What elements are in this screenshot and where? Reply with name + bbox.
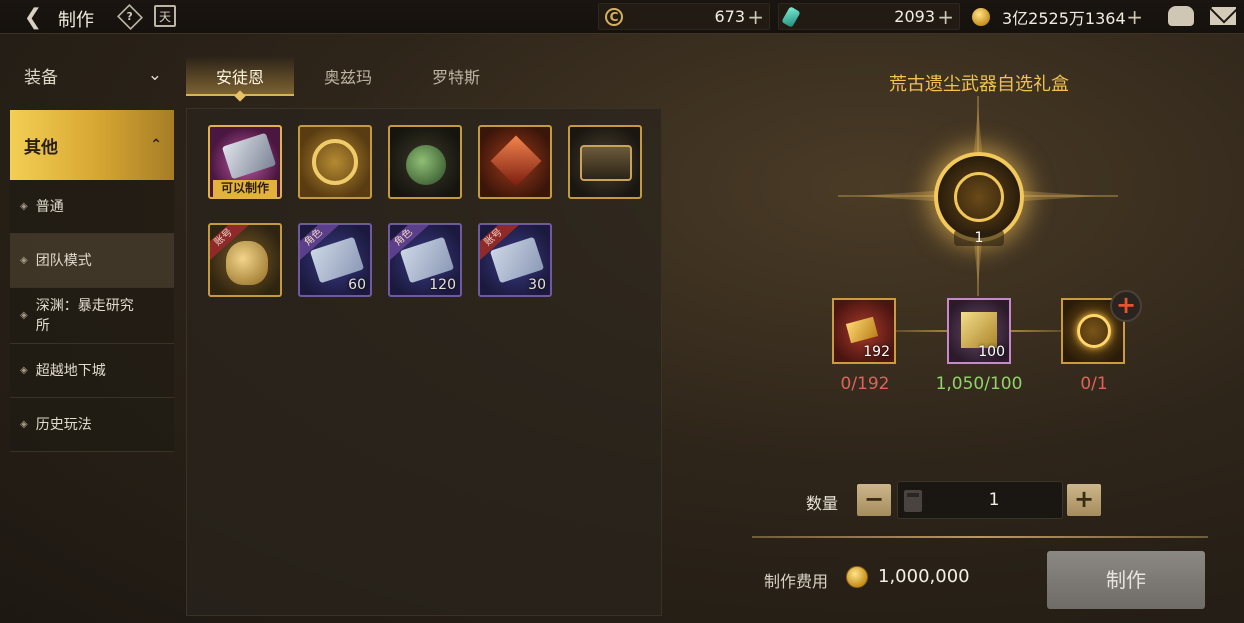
golden-sun-icon (1077, 314, 1111, 348)
sidebar-item-abyss[interactable]: ◈ 深渊：暴走研究所 (10, 288, 174, 344)
jar-icon (406, 145, 446, 185)
item-slot[interactable]: 角色 60 (298, 223, 372, 297)
item-grid-panel: 可以制作 账号 角色 60 角色 120 账号 30 (186, 108, 662, 616)
craftable-tag: 可以制作 (213, 180, 277, 197)
tab-active-marker-icon (234, 90, 246, 102)
currency-value: 2093 (894, 7, 935, 26)
currency-value: 3亿2525万1364 (1002, 8, 1126, 28)
diamond-bullet-icon: ◈ (20, 309, 28, 321)
gold-cubes-icon (961, 312, 997, 348)
main-item-count: 1 (954, 230, 1004, 246)
mail-icon[interactable] (1210, 7, 1236, 25)
sidebar-item-normal[interactable]: ◈ 普通 (10, 180, 174, 234)
calendar-icon[interactable]: 天 (154, 5, 176, 27)
diamond-bullet-icon: ◈ (20, 418, 28, 430)
tab-anton[interactable]: 安徒恩 (186, 56, 294, 102)
item-slot[interactable]: 可以制作 (208, 125, 282, 199)
material-progress: 1,050/100 (935, 374, 1023, 394)
item-slot[interactable]: 账号 (208, 223, 282, 297)
diamond-bullet-icon: ◈ (20, 254, 28, 266)
item-slot[interactable]: 角色 120 (388, 223, 462, 297)
teal-crystal-icon (781, 5, 801, 28)
item-slot[interactable] (388, 125, 462, 199)
red-crystal-icon (490, 135, 542, 187)
quantity-stepper (897, 481, 1063, 519)
sidebar-item-label: 超越地下城 (35, 362, 106, 379)
page-title: 制作 (58, 10, 94, 31)
item-count: 60 (348, 277, 366, 293)
craft-cost-label: 制作费用 (764, 572, 829, 591)
sidebar-item-label: 团队模式 (35, 252, 92, 269)
currency-value: 673 (714, 7, 745, 26)
c-coin-icon: C (605, 7, 623, 26)
sidebar-item-label: 深渊：暴走研究所 (35, 297, 134, 334)
sidebar-item-beyond-dungeon[interactable]: ◈ 超越地下城 (10, 344, 174, 398)
sidebar-category-label: 其他 (24, 137, 58, 158)
top-bar: ❮ 制作 ? 天 C 673 + 2093 + 3亿2525万1364 + (0, 0, 1244, 34)
chevron-down-icon: ⌄ (147, 65, 162, 85)
add-currency-button[interactable]: + (747, 5, 764, 29)
gold-coin-icon (846, 566, 868, 588)
diamond-bullet-icon: ◈ (20, 364, 28, 376)
quantity-minus-button[interactable]: − (857, 484, 891, 516)
tab-bar: 安徒恩 奥兹玛 罗特斯 (186, 56, 510, 102)
calculator-icon[interactable] (904, 490, 922, 512)
material-slot[interactable]: 100 (947, 298, 1011, 364)
quantity-plus-button[interactable]: + (1067, 484, 1101, 516)
item-count: 30 (528, 277, 546, 293)
chest-icon (580, 145, 632, 181)
tab-label: 奥兹玛 (323, 68, 372, 87)
material-slot[interactable]: 192 (832, 298, 896, 364)
sidebar-item-history[interactable]: ◈ 历史玩法 (10, 398, 174, 452)
chevron-up-icon: ⌃ (150, 137, 162, 153)
ticket-icon (221, 132, 277, 180)
tab-label: 罗特斯 (431, 68, 480, 87)
quantity-label: 数量 (806, 494, 839, 513)
tab-lotus[interactable]: 罗特斯 (402, 56, 510, 96)
gold-bar-icon (845, 316, 879, 344)
help-icon[interactable]: ? (116, 3, 144, 31)
tab-ozma[interactable]: 奥兹玛 (294, 56, 402, 96)
material-progress: 0/1 (1080, 374, 1108, 394)
sidebar-item-label: 历史玩法 (35, 416, 92, 433)
item-slot[interactable] (568, 125, 642, 199)
craft-cost-value: 1,000,000 (878, 566, 970, 587)
currency-crystal: 2093 + (778, 3, 960, 30)
gold-sack-icon (226, 241, 268, 285)
material-count: 100 (978, 344, 1005, 360)
material-progress: 0/192 (840, 374, 890, 394)
astrolabe-icon (312, 139, 358, 185)
craft-button[interactable]: 制作 (1047, 551, 1205, 609)
main-craft-item[interactable] (934, 152, 1024, 242)
sidebar: 装备 ⌄ 其他 ⌃ ◈ 普通 ◈ 团队模式 ◈ 深渊：暴走研究所 ◈ 超越地下城… (10, 50, 174, 452)
divider (752, 536, 1208, 538)
sidebar-category-other[interactable]: 其他 ⌃ (10, 110, 174, 180)
quantity-input[interactable] (926, 482, 1062, 518)
back-arrow-icon[interactable]: ❮ (18, 4, 48, 30)
add-currency-button[interactable]: + (1126, 5, 1143, 29)
currency-c-coin: C 673 + (598, 3, 770, 30)
bag-icon[interactable] (1168, 6, 1194, 26)
craft-target-title: 荒古遗尘武器自选礼盒 (889, 74, 1069, 95)
add-material-button[interactable]: + (1110, 290, 1142, 322)
sidebar-item-raid[interactable]: ◈ 团队模式 (10, 234, 174, 288)
item-count: 120 (429, 277, 456, 293)
sidebar-item-label: 普通 (35, 198, 64, 215)
astrolabe-icon (954, 172, 1004, 222)
currency-gold: 3亿2525万1364 + (966, 3, 1148, 30)
item-slot[interactable] (478, 125, 552, 199)
gold-coin-icon (972, 7, 990, 26)
diamond-bullet-icon: ◈ (20, 200, 28, 212)
tab-label: 安徒恩 (215, 68, 264, 87)
item-slot[interactable] (298, 125, 372, 199)
add-currency-button[interactable]: + (937, 5, 954, 29)
sidebar-category-label: 装备 (24, 67, 58, 88)
material-count: 192 (863, 344, 890, 360)
sidebar-category-equipment[interactable]: 装备 ⌄ (10, 50, 174, 100)
item-slot[interactable]: 账号 30 (478, 223, 552, 297)
